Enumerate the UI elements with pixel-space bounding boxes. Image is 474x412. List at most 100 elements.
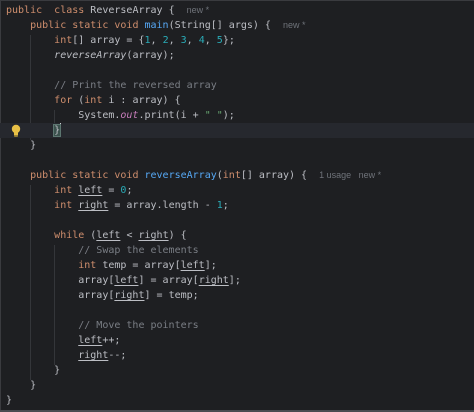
code-line[interactable]: }: [6, 393, 12, 408]
code-line[interactable]: }: [6, 138, 36, 153]
code-token: = array.length -: [108, 200, 217, 211]
code-token: i : array) {: [102, 95, 181, 106]
code-token: ,: [186, 35, 199, 46]
code-token: int: [54, 200, 73, 211]
code-token: reverseArray: [144, 170, 217, 181]
code-token: left: [78, 335, 103, 346]
code-token: }: [6, 395, 13, 406]
code-line[interactable]: int right = array.length - 1;: [6, 198, 229, 213]
code-token: ;: [222, 200, 229, 211]
code-line[interactable]: }: [0, 123, 474, 138]
code-line[interactable]: array[right] = temp;: [6, 288, 198, 303]
code-token: right: [198, 275, 229, 286]
code-line[interactable]: // Swap the elements: [6, 243, 199, 258]
code-token: ,: [150, 35, 163, 46]
code-token: ReverseArray {: [84, 5, 187, 16]
inlay-hint[interactable]: new *: [187, 5, 210, 15]
code-token: }: [6, 140, 37, 151]
code-token: class: [54, 5, 85, 16]
code-token: array[: [6, 290, 115, 301]
code-token: ] = array[: [138, 275, 199, 286]
code-line[interactable]: // Print the reversed array: [6, 78, 217, 93]
code-token: =: [102, 185, 121, 196]
code-line[interactable]: // Move the pointers: [6, 318, 199, 333]
code-token: array[: [6, 275, 115, 286]
code-token: [] array) {: [240, 170, 320, 181]
code-token: (array);: [126, 50, 175, 61]
code-token: }: [6, 365, 61, 376]
code-token: ,: [168, 35, 181, 46]
code-token: int: [78, 260, 97, 271]
code-line[interactable]: array[left] = array[right];: [6, 273, 241, 288]
code-token: ];: [204, 260, 217, 271]
code-token: int: [54, 35, 73, 46]
code-token: int: [84, 95, 103, 106]
code-token: System.: [6, 110, 121, 121]
code-line[interactable]: System.out.print(i + " ");: [6, 108, 235, 123]
code-token: right: [138, 230, 169, 241]
code-token: left: [78, 185, 103, 196]
code-token: (: [72, 95, 85, 106]
code-token: left: [96, 230, 121, 241]
code-token: --;: [108, 350, 127, 361]
code-token: };: [222, 35, 235, 46]
code-token: temp = array[: [96, 260, 181, 271]
code-line[interactable]: }: [6, 378, 36, 393]
code-token: ) {: [168, 230, 187, 241]
code-token: [] array = {: [72, 35, 145, 46]
inlay-hint[interactable]: 1 usage new *: [319, 170, 381, 180]
code-token: ,: [204, 35, 217, 46]
code-line[interactable]: int temp = array[left];: [6, 258, 217, 273]
code-token: );: [222, 110, 235, 121]
code-token: ++;: [102, 335, 121, 346]
code-token: ;: [126, 185, 133, 196]
text-caret: [60, 123, 62, 135]
editor-left-border: [0, 0, 1, 412]
code-token: // Swap the elements: [78, 245, 199, 256]
code-token: (String[] args) {: [168, 20, 283, 31]
code-token: left: [180, 260, 205, 271]
code-token: .print(i +: [138, 110, 205, 121]
code-line[interactable]: reverseArray(array);: [6, 48, 175, 63]
code-editor[interactable]: public class ReverseArray { new * public…: [0, 0, 474, 412]
code-token: int: [222, 170, 241, 181]
code-line[interactable]: int[] array = {1, 2, 3, 4, 5};: [6, 33, 235, 48]
code-token: // Move the pointers: [78, 320, 199, 331]
code-line[interactable]: right--;: [6, 348, 126, 363]
code-token: right: [78, 350, 109, 361]
code-token: ];: [228, 275, 241, 286]
code-token: right: [78, 200, 109, 211]
code-line[interactable]: for (int i : array) {: [6, 93, 181, 108]
code-line[interactable]: }: [6, 363, 60, 378]
code-token: int: [54, 185, 73, 196]
code-line[interactable]: left++;: [6, 333, 120, 348]
code-token: }: [6, 380, 37, 391]
code-line[interactable]: public static void reverseArray(int[] ar…: [6, 168, 381, 183]
code-token: for: [54, 95, 73, 106]
lightbulb-icon[interactable]: [11, 124, 21, 138]
inlay-hint[interactable]: new *: [283, 20, 306, 30]
editor-top-border: [0, 0, 474, 1]
code-line[interactable]: public static void main(String[] args) {…: [6, 18, 306, 33]
code-line[interactable]: public class ReverseArray { new *: [6, 3, 209, 18]
code-token: public static void: [30, 170, 139, 181]
code-token: out: [120, 110, 139, 121]
code-token: reverseArray: [54, 50, 127, 61]
code-token: " ": [204, 110, 223, 121]
code-line[interactable]: int left = 0;: [6, 183, 132, 198]
code-token: // Print the reversed array: [54, 80, 217, 91]
code-token: public: [6, 5, 43, 16]
code-line[interactable]: while (left < right) {: [6, 228, 187, 243]
